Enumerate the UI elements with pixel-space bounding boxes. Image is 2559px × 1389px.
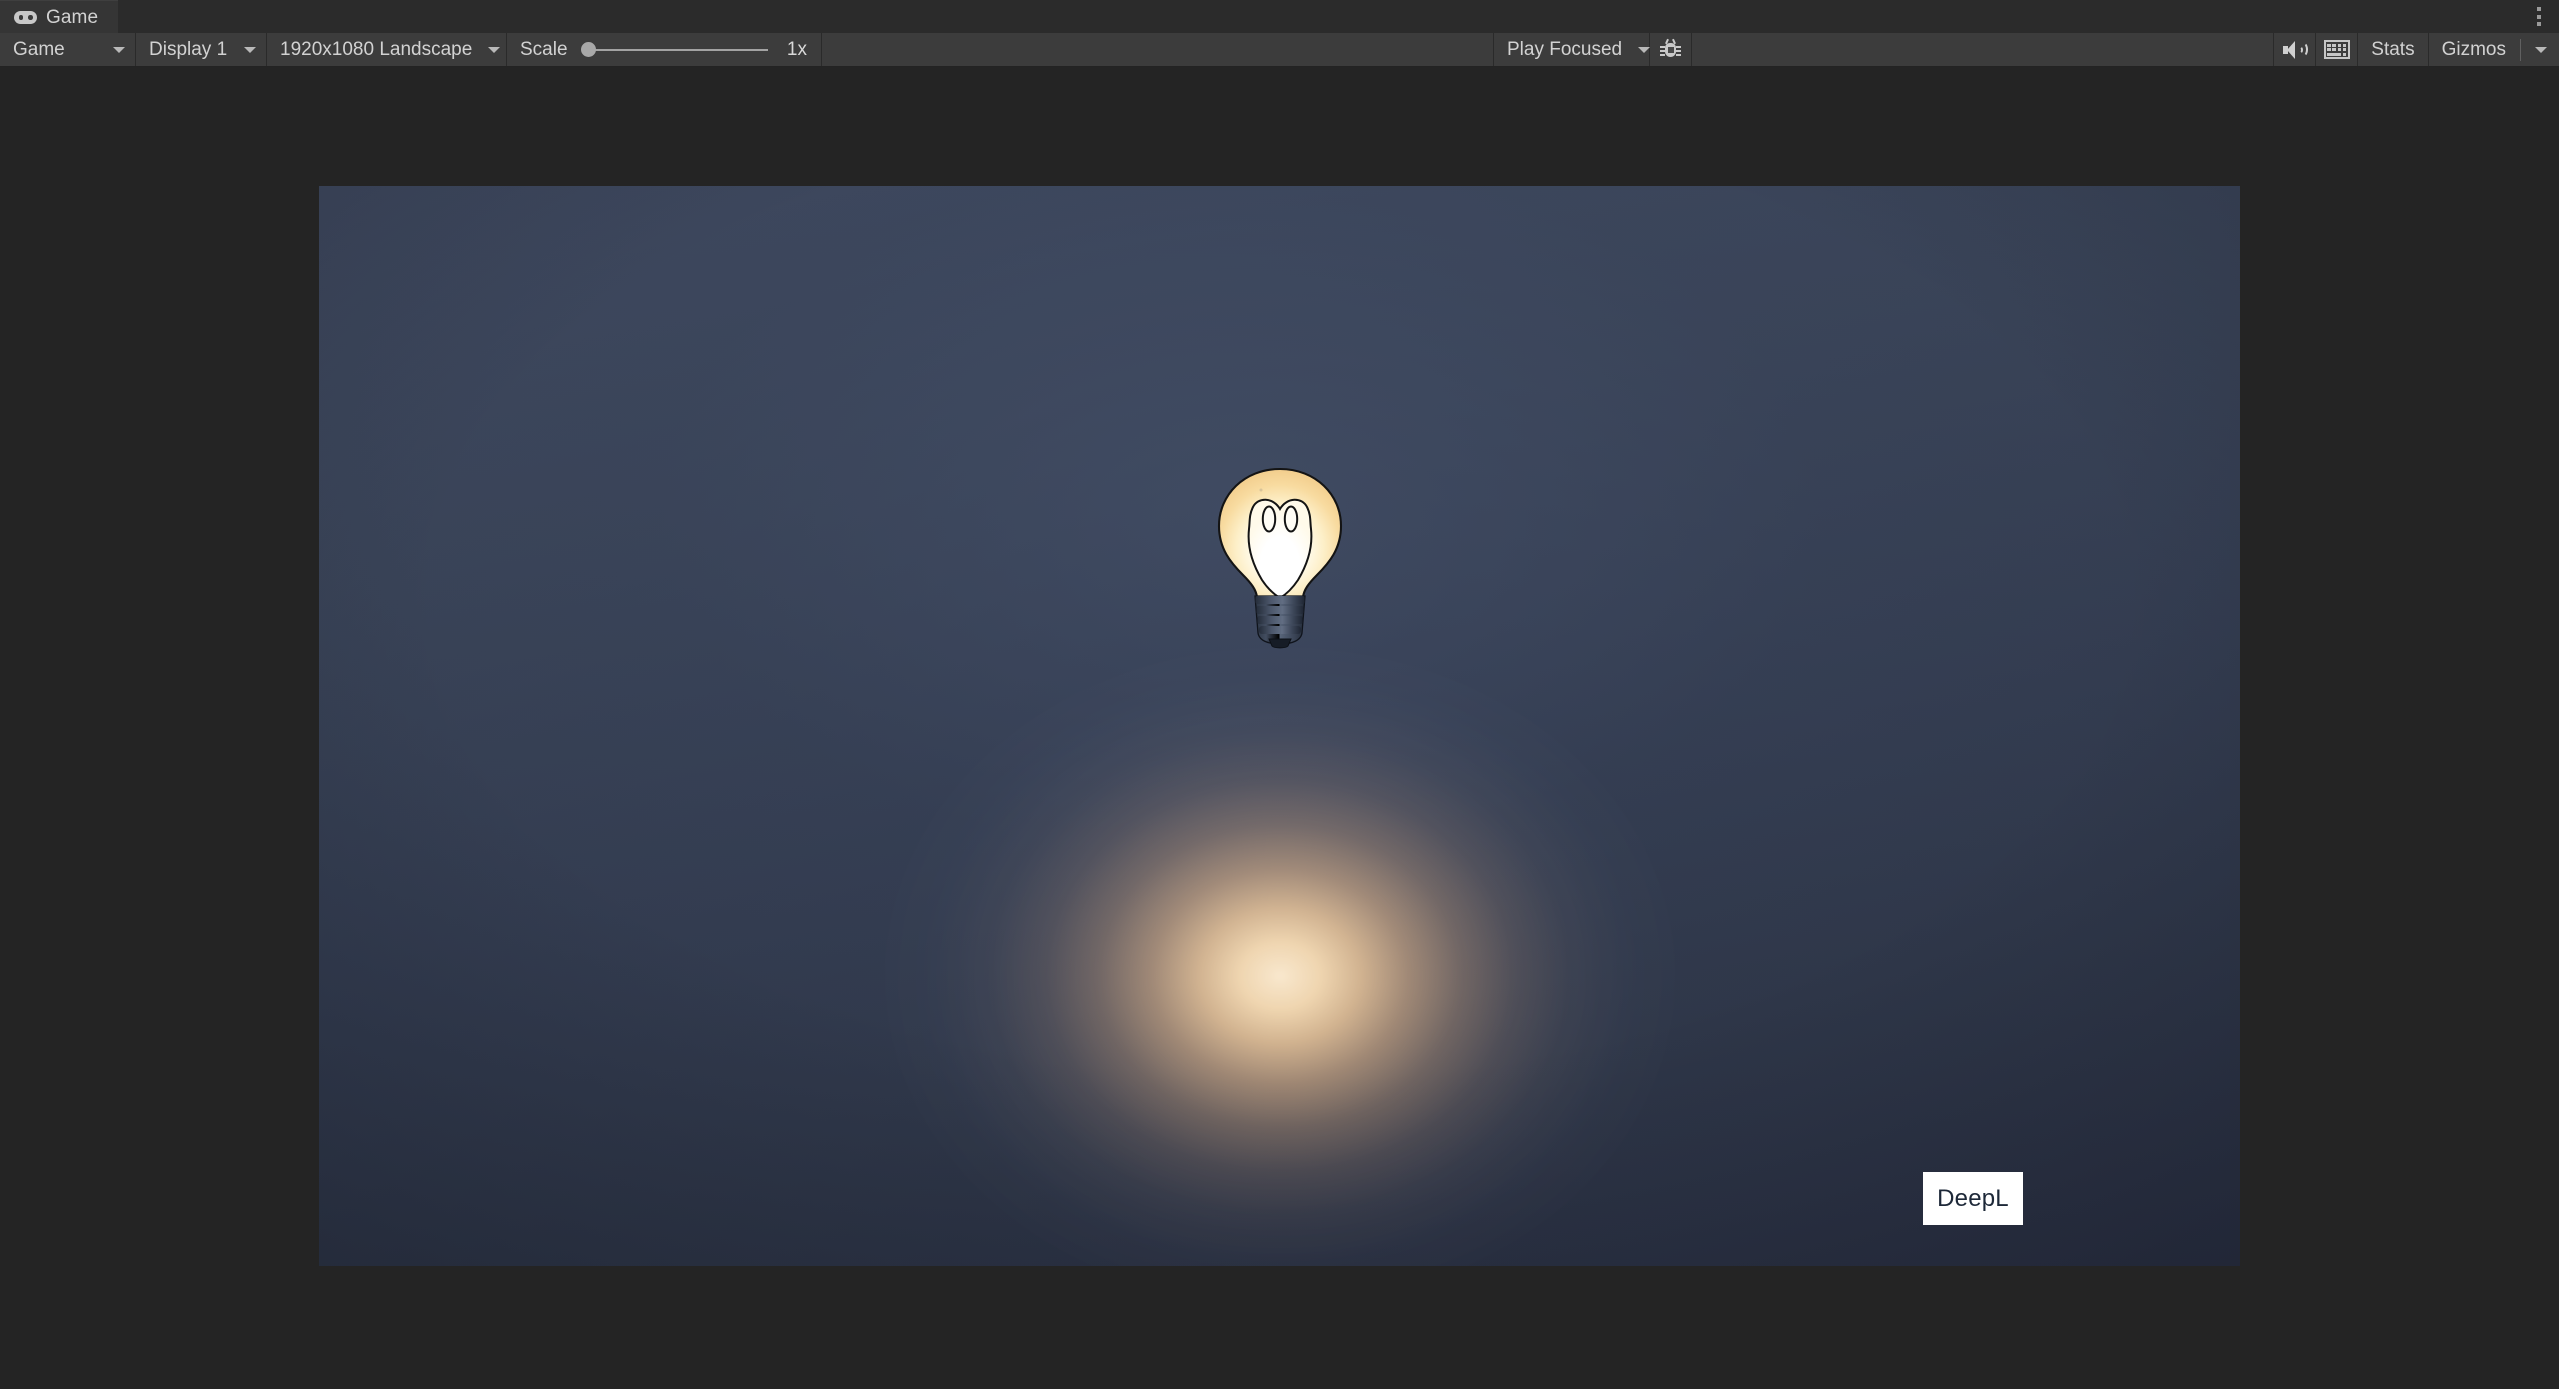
chevron-down-icon [244, 46, 256, 53]
chevron-down-icon [1638, 46, 1651, 53]
deepl-watermark: DeepL [1923, 1172, 2023, 1225]
lightbulb-sprite [1205, 463, 1355, 649]
chevron-down-icon [113, 46, 125, 53]
display-selector-label: Display 1 [149, 39, 228, 60]
game-view-toolbar: Game Display 1 1920x1080 Landscape Scale… [0, 33, 2559, 67]
stats-button[interactable]: Stats [2358, 33, 2429, 66]
chevron-down-icon[interactable] [2535, 46, 2547, 53]
grid-icon [2323, 40, 2350, 59]
toolbar-spacer-right [2083, 33, 2275, 66]
kebab-menu-icon[interactable] [2519, 0, 2559, 33]
toolbar-spacer-left [822, 33, 1494, 66]
background-corner-shading [319, 186, 2240, 1266]
view-selector-label: Game [13, 39, 65, 60]
scale-slider-handle[interactable] [580, 42, 596, 57]
gizmos-button[interactable]: Gizmos [2428, 33, 2559, 66]
game-render-surface[interactable]: DeepL [319, 186, 2240, 1266]
scale-slider[interactable] [580, 40, 768, 60]
scale-label: Scale [520, 39, 568, 60]
gizmos-divider [2520, 38, 2521, 61]
tab-game-label: Game [46, 6, 99, 28]
toolbar-right-cluster: Stats Gizmos [2083, 33, 2559, 66]
tab-strip: Game [0, 0, 2559, 34]
background-vignette [319, 186, 2240, 1266]
scale-slider-track [586, 48, 768, 51]
enter-play-mode-button[interactable] [2316, 33, 2359, 66]
game-viewport-host: DeepL [0, 67, 2559, 1389]
tab-game[interactable]: Game [0, 0, 119, 34]
mute-audio-button[interactable] [2274, 33, 2317, 66]
unity-game-view-window: Game Game Display 1 1920x1080 Landscape … [0, 0, 2559, 1389]
bug-icon [1660, 38, 1681, 60]
deepl-watermark-label: DeepL [1937, 1184, 2009, 1212]
play-mode-dropdown[interactable]: Play Focused [1494, 33, 1651, 66]
scale-value: 1x [786, 39, 807, 60]
scale-control: Scale 1x [507, 33, 822, 66]
gizmos-label: Gizmos [2441, 38, 2506, 60]
chevron-down-icon [488, 46, 501, 53]
play-mode-label: Play Focused [1507, 39, 1623, 60]
aspect-ratio-label: 1920x1080 Landscape [280, 39, 473, 60]
view-selector-dropdown[interactable]: Game [0, 33, 136, 66]
speaker-icon [2282, 40, 2308, 59]
display-selector-dropdown[interactable]: Display 1 [136, 33, 267, 66]
gamepad-icon [14, 10, 37, 24]
aspect-ratio-dropdown[interactable]: 1920x1080 Landscape [267, 33, 507, 66]
debug-button[interactable] [1650, 33, 1692, 66]
